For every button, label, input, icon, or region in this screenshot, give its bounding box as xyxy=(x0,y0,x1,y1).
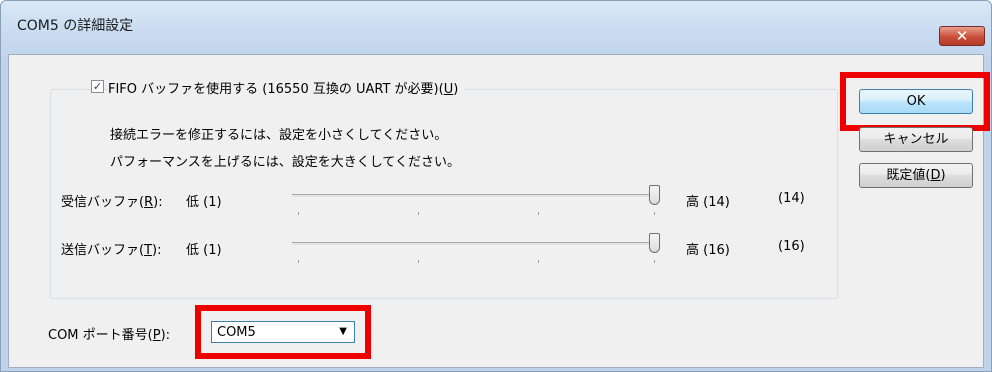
transmit-buffer-low-label: 低 (1) xyxy=(186,243,222,258)
transmit-buffer-high-label: 高 (16) xyxy=(686,243,730,258)
slider-tick xyxy=(654,212,655,215)
com-port-label: COM ポート番号(P): xyxy=(48,328,171,343)
cancel-button[interactable]: キャンセル xyxy=(859,127,973,152)
slider-track xyxy=(292,242,660,245)
receive-buffer-low-label: 低 (1) xyxy=(186,195,222,210)
transmit-buffer-slider[interactable] xyxy=(292,233,660,263)
slider-thumb[interactable] xyxy=(649,233,660,253)
hint-line-2: パフォーマンスを上げるには、設定を大きくしてください。 xyxy=(110,155,460,170)
ok-highlight-box xyxy=(840,72,990,131)
slider-tick xyxy=(538,212,539,215)
receive-buffer-slider[interactable] xyxy=(292,185,660,215)
slider-thumb[interactable] xyxy=(649,185,660,205)
fifo-access-key: U xyxy=(443,82,454,97)
default-button[interactable]: 既定値(D) xyxy=(859,163,973,188)
window-title: COM5 の詳細設定 xyxy=(17,18,134,34)
com-port-selected-value: COM5 xyxy=(217,325,256,340)
checkmark-icon: ✓ xyxy=(92,80,103,93)
slider-tick xyxy=(298,260,299,263)
slider-tick xyxy=(418,260,419,263)
hint-line-1: 接続エラーを修正するには、設定を小さくしてください。 xyxy=(110,128,448,143)
slider-track xyxy=(292,194,660,197)
slider-tick xyxy=(654,260,655,263)
receive-buffer-label: 受信バッファ(R): xyxy=(61,195,163,210)
slider-tick xyxy=(538,260,539,263)
fifo-checkbox-label[interactable]: FIFO バッファを使用する (16550 互換の UART が必要)(U) xyxy=(108,78,465,97)
slider-tick xyxy=(298,212,299,215)
transmit-buffer-label: 送信バッファ(T): xyxy=(61,243,162,258)
chevron-down-icon: ▼ xyxy=(339,326,347,337)
close-icon: ✕ xyxy=(955,27,969,45)
slider-tick xyxy=(418,212,419,215)
fifo-checkbox[interactable]: ✓ xyxy=(91,80,104,93)
transmit-buffer-value: (16) xyxy=(778,239,805,254)
close-button[interactable]: ✕ xyxy=(939,26,985,46)
receive-buffer-value: (14) xyxy=(778,191,805,206)
com-port-select[interactable]: COM5 ▼ xyxy=(211,321,355,343)
receive-buffer-high-label: 高 (14) xyxy=(686,195,730,210)
